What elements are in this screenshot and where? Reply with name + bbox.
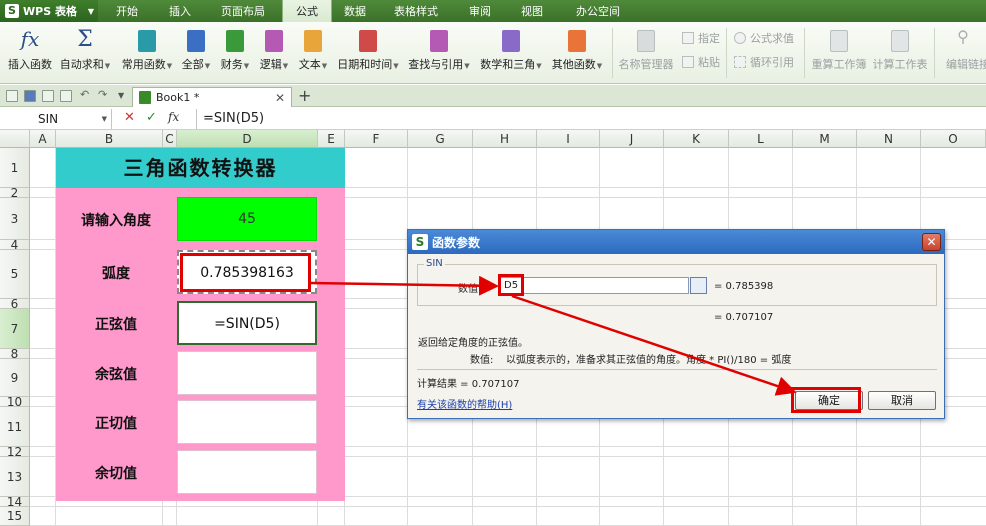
arrow-d5-to-argument [310,275,499,296]
wps-spreadsheet-window: S WPS 表格 ▼ 开始 插入 页面布局 公式 数据 表格样式 审阅 视图 办… [0,0,986,526]
annotation-arrows [310,275,797,396]
arrow-argument-to-ok [511,294,797,396]
